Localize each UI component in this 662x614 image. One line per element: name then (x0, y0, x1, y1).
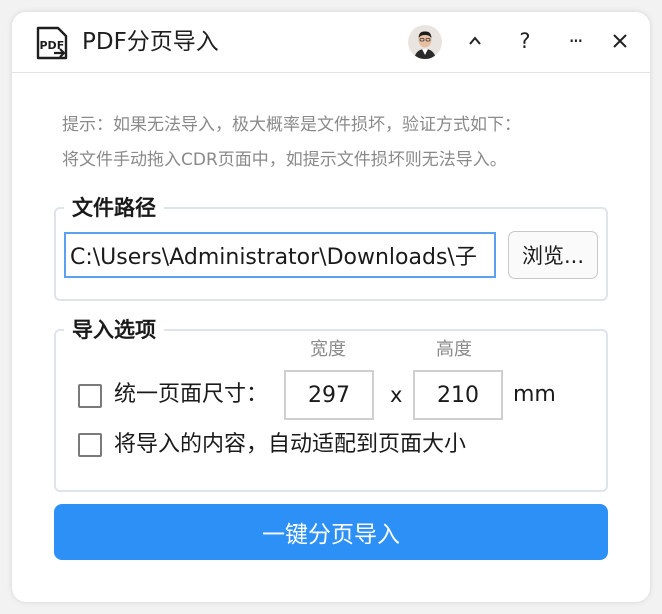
user-avatar[interactable] (408, 25, 442, 59)
pdf-import-window: PDF PDF分页导入 ? ··· 提示：如果无法导入，极大概率是文件损坏，验证… (12, 12, 650, 602)
hint-line-2: 将文件手动拖入CDR页面中，如提示文件损坏则无法导入。 (62, 150, 507, 170)
import-button[interactable]: 一键分页导入 (54, 504, 608, 560)
import-options-legend: 导入选项 (72, 318, 156, 342)
width-input[interactable] (284, 370, 374, 420)
title-bar: PDF PDF分页导入 ? ··· (12, 12, 650, 73)
hint-line-1: 提示：如果无法导入，极大概率是文件损坏，验证方式如下： (62, 115, 521, 135)
close-icon[interactable] (605, 26, 635, 56)
uniform-size-label: 统一页面尺寸： (114, 382, 269, 407)
collapse-icon[interactable] (460, 26, 490, 56)
help-icon[interactable]: ? (510, 26, 540, 56)
pdf-app-icon: PDF (36, 26, 68, 60)
hint-text: 提示：如果无法导入，极大概率是文件损坏，验证方式如下： 将文件手动拖入CDR页面… (62, 108, 622, 178)
uniform-size-checkbox[interactable] (78, 384, 102, 408)
browse-button[interactable]: 浏览... (508, 231, 598, 279)
fit-page-label: 将导入的内容，自动适配到页面大小 (114, 432, 467, 457)
window-title: PDF分页导入 (82, 29, 219, 55)
fit-page-checkbox[interactable] (78, 433, 102, 457)
file-path-legend: 文件路径 (72, 196, 156, 220)
more-icon[interactable]: ··· (560, 26, 590, 56)
unit-label: mm (513, 382, 556, 407)
width-label: 宽度 (310, 339, 346, 360)
height-label: 高度 (436, 339, 472, 360)
times-symbol: x (390, 383, 403, 407)
height-input[interactable] (413, 370, 503, 420)
file-path-input[interactable] (64, 232, 496, 278)
